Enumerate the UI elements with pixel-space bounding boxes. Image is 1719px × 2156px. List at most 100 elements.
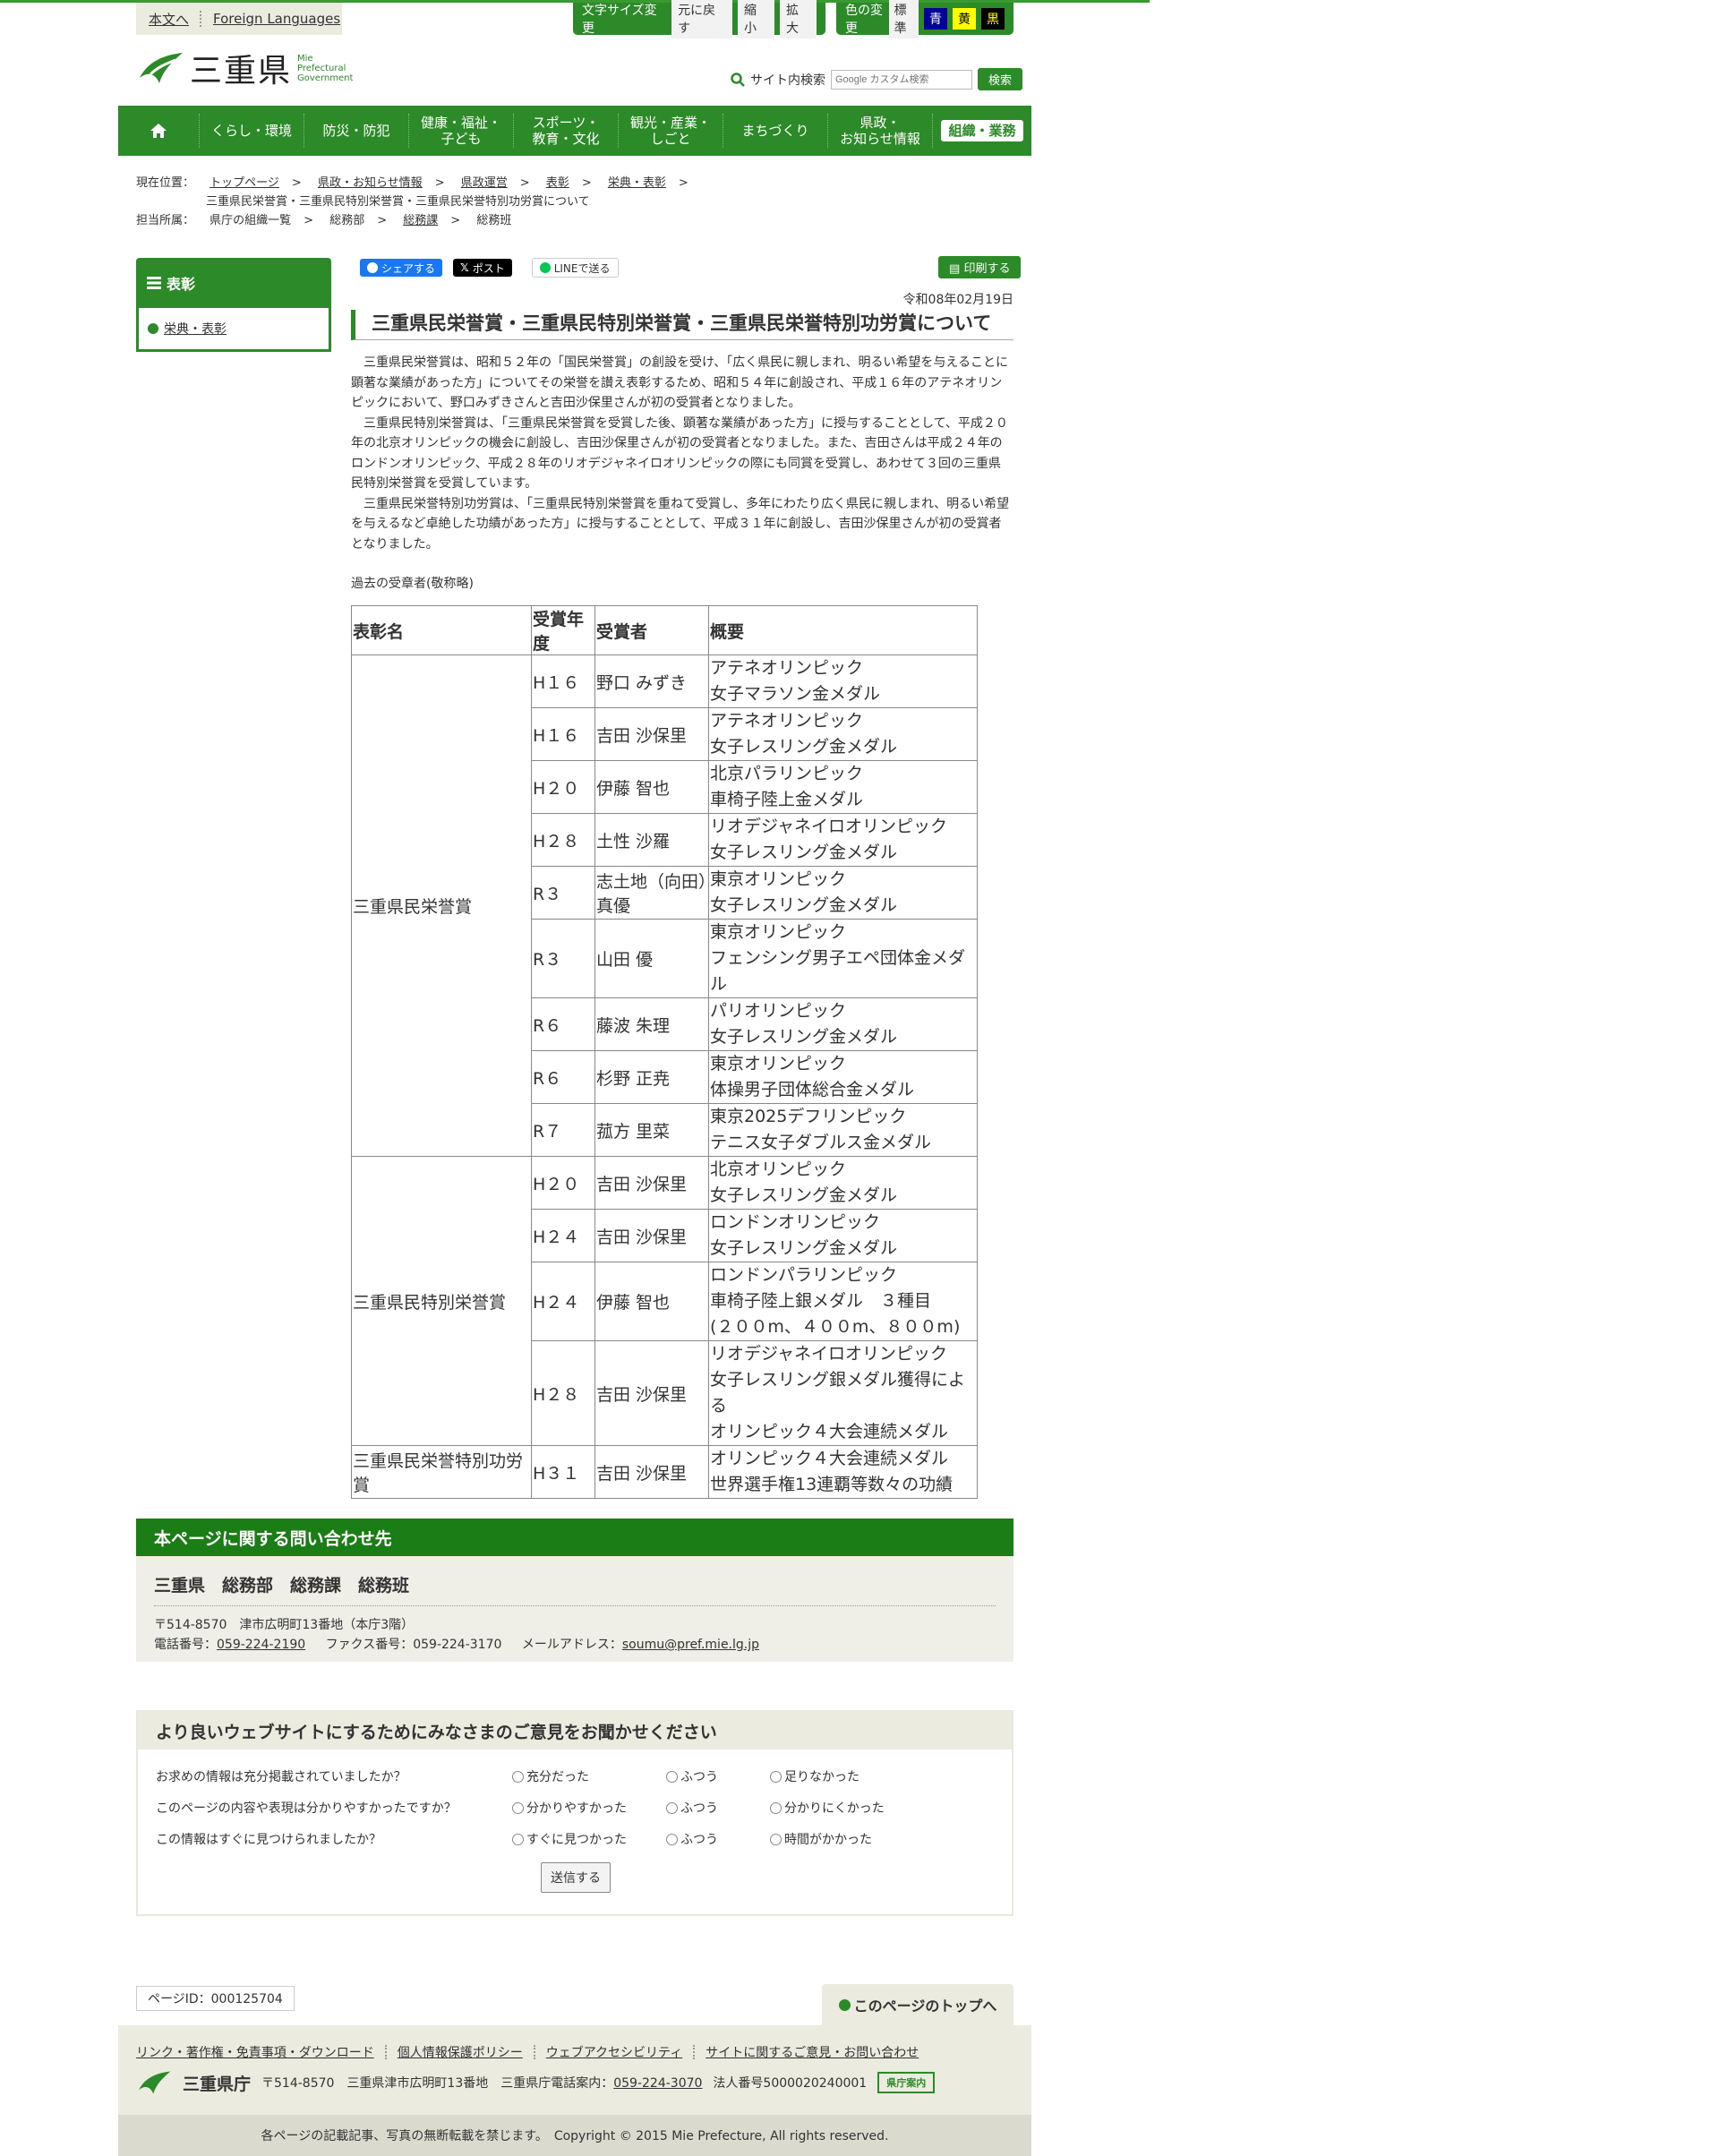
font-size-smaller-button[interactable]: 縮小 <box>738 0 775 38</box>
summary-line: 女子レスリング金メダル <box>710 1238 898 1258</box>
option-label: すぐに見つかった <box>526 1833 627 1847</box>
footer-address: 三重県庁 〒514-8570 三重県津市広明町13番地 三重県庁電話案内：059… <box>136 2070 936 2095</box>
year-cell: H２４ <box>531 1209 595 1262</box>
address-text: 〒514-8570 三重県津市広明町13番地 三重県庁電話案内： <box>261 2076 614 2091</box>
nav-soshiki[interactable]: 組織・業務 <box>932 114 1031 148</box>
nav-kurashi[interactable]: くらし・環境 <box>199 114 304 148</box>
footer-link[interactable]: 個人情報保護ポリシー <box>398 2043 523 2061</box>
survey-option[interactable]: 足りなかった <box>770 1767 860 1785</box>
recipient-cell: 杉野 正尭 <box>594 1050 709 1104</box>
dept-item-link[interactable]: 総務課 <box>403 214 438 227</box>
print-button[interactable]: ▤ 印刷する <box>938 256 1022 278</box>
mail-link[interactable]: soumu@pref.mie.lg.jp <box>622 1638 759 1652</box>
tel-link[interactable]: 059-224-2190 <box>217 1638 305 1652</box>
color-black-button[interactable]: 黒 <box>981 8 1005 30</box>
past-recipients-label: 過去の受章者(敬称略) <box>351 577 474 591</box>
nav-kensei[interactable]: 県政・ お知らせ情報 <box>827 114 932 148</box>
x-post-button[interactable]: 𝕏 ポスト <box>453 259 512 277</box>
survey-heading: より良いウェブサイトにするためにみなさまのご意見をお聞かせください <box>138 1712 1012 1750</box>
nav-label: 健康・福祉・ 子ども <box>420 115 501 147</box>
survey-option[interactable]: ふつう <box>666 1799 718 1817</box>
summary-line: 女子レスリング金メダル <box>710 843 898 862</box>
year-cell: H３１ <box>531 1445 595 1499</box>
skip-to-content-link[interactable]: 本文へ <box>149 10 189 29</box>
survey-option[interactable]: 充分だった <box>512 1767 589 1785</box>
breadcrumb-item[interactable]: 県政運営 <box>461 176 508 190</box>
year-cell: R６ <box>531 1050 595 1104</box>
color-standard-button[interactable]: 標準 <box>888 0 919 38</box>
article-paragraph: 三重県民栄誉特別功労賞は、「三重県民特別栄誉賞を重ねて受賞し、多年にわたり広く県… <box>351 496 1010 552</box>
summary-line: 女子レスリング金メダル <box>710 1185 898 1205</box>
article-body: 三重県民栄誉賞は、昭和５２年の「国民栄誉賞」の創設を受け、「広く県民に親しまれ、… <box>351 353 1013 554</box>
facebook-icon <box>367 262 378 273</box>
radio-icon <box>666 1770 678 1783</box>
search-button[interactable]: 検索 <box>978 68 1023 90</box>
footer-link[interactable]: リンク・著作権・免責事項・ダウンロード <box>136 2043 374 2061</box>
color-change-title: 色の変更 <box>845 4 883 36</box>
back-to-top-button[interactable]: このページのトップへ <box>822 1984 1013 2025</box>
survey-submit-button[interactable]: 送信する <box>541 1862 611 1893</box>
kencho-guide-button[interactable]: 県庁案内 <box>877 2072 936 2093</box>
logo-text-jp: 三重県 <box>190 53 293 90</box>
sidebar: 表彰 栄典・表彰 <box>136 258 331 352</box>
footer-org: 三重県庁 <box>183 2074 252 2094</box>
nav-bousai[interactable]: 防災・防犯 <box>304 114 408 148</box>
mie-logo-icon <box>139 2071 171 2094</box>
bullet-icon <box>148 323 158 334</box>
option-label: 充分だった <box>526 1770 589 1784</box>
survey-option[interactable]: ふつう <box>666 1830 718 1848</box>
nav-home[interactable] <box>118 114 199 148</box>
site-logo[interactable]: 三重県 Mie Prefectural Government <box>136 48 353 90</box>
nav-kenkou[interactable]: 健康・福祉・ 子ども <box>408 114 513 148</box>
summary-line: 女子マラソン金メダル <box>710 684 881 704</box>
nav-sports[interactable]: スポーツ・ 教育・文化 <box>513 114 618 148</box>
year-cell: R６ <box>531 997 595 1051</box>
footer-link[interactable]: サイトに関するご意見・お問い合わせ <box>706 2043 919 2061</box>
option-label: 足りなかった <box>784 1770 860 1784</box>
nav-label: 防災・防犯 <box>322 123 390 139</box>
font-size-reset-button[interactable]: 元に戻す <box>671 0 733 38</box>
survey-option[interactable]: 分かりやすかった <box>512 1799 627 1817</box>
facebook-share-button[interactable]: シェアする <box>360 259 443 277</box>
nav-label: スポーツ・ 教育・文化 <box>532 115 600 147</box>
breadcrumb-item[interactable]: 県政・お知らせ情報 <box>318 176 423 190</box>
breadcrumb-item[interactable]: 栄典・表彰 <box>608 176 666 190</box>
summary-line: 東京オリンピック <box>710 1054 847 1074</box>
survey-option[interactable]: すぐに見つかった <box>512 1830 627 1848</box>
line-share-button[interactable]: LINEで送る <box>531 258 619 278</box>
nav-kankou[interactable]: 観光・産業・ しごと <box>618 114 723 148</box>
footer-tel-link[interactable]: 059-224-3070 <box>613 2076 702 2091</box>
font-size-larger-button[interactable]: 拡大 <box>780 0 817 38</box>
year-cell: H２４ <box>531 1262 595 1341</box>
sidebar-link-eiten[interactable]: 栄典・表彰 <box>164 320 227 338</box>
search-input[interactable] <box>831 69 972 90</box>
breadcrumb-item[interactable]: トップページ <box>210 176 279 190</box>
color-blue-button[interactable]: 青 <box>924 8 947 30</box>
survey-option[interactable]: ふつう <box>666 1767 718 1785</box>
survey-option[interactable]: 時間がかかった <box>770 1830 872 1848</box>
sidebar-heading-text: 表彰 <box>167 276 196 293</box>
recipient-cell: 吉田 沙保里 <box>594 1156 709 1210</box>
page-id: ページID：000125704 <box>136 1986 295 2011</box>
color-yellow-button[interactable]: 黄 <box>953 8 976 30</box>
survey-form: より良いウェブサイトにするためにみなさまのご意見をお聞かせください お求めの情報… <box>136 1710 1013 1916</box>
header-year: 受賞年度 <box>531 605 595 655</box>
foreign-languages-link[interactable]: Foreign Languages <box>213 11 340 27</box>
nav-machizukuri[interactable]: まちづくり <box>723 114 827 148</box>
summary-line: 東京オリンピック <box>710 869 847 889</box>
table-row: 三重県民栄誉特別功労賞 H３１ 吉田 沙保里 オリンピック４大会連続メダル 世界選手権1… <box>351 1445 978 1499</box>
x-post-label: ポスト <box>472 261 505 275</box>
header-award-name: 表彰名 <box>351 605 532 655</box>
summary-line: 体操男子団体総合金メダル <box>710 1080 915 1099</box>
summary-line: 車椅子陸上金メダル <box>710 790 864 809</box>
contact-body: 三重県 総務部 総務課 総務班 〒514-8570 津市広明町13番地（本庁3階… <box>136 1556 1013 1662</box>
nav-label: まちづくり <box>741 123 809 139</box>
breadcrumb-item[interactable]: 表彰 <box>546 176 569 190</box>
footer-link[interactable]: ウェブアクセシビリティ <box>546 2043 682 2061</box>
recipient-cell: 吉田 沙保里 <box>594 707 709 761</box>
font-size-title: 文字サイズ変更 <box>582 4 657 36</box>
summary-cell: リオデジャネイロオリンピック 女子レスリング金メダル <box>708 813 978 867</box>
survey-option[interactable]: 分かりにくかった <box>770 1799 885 1817</box>
nav-label: 組織・業務 <box>941 120 1023 141</box>
summary-line: オリンピック４大会連続メダル <box>710 1449 949 1468</box>
